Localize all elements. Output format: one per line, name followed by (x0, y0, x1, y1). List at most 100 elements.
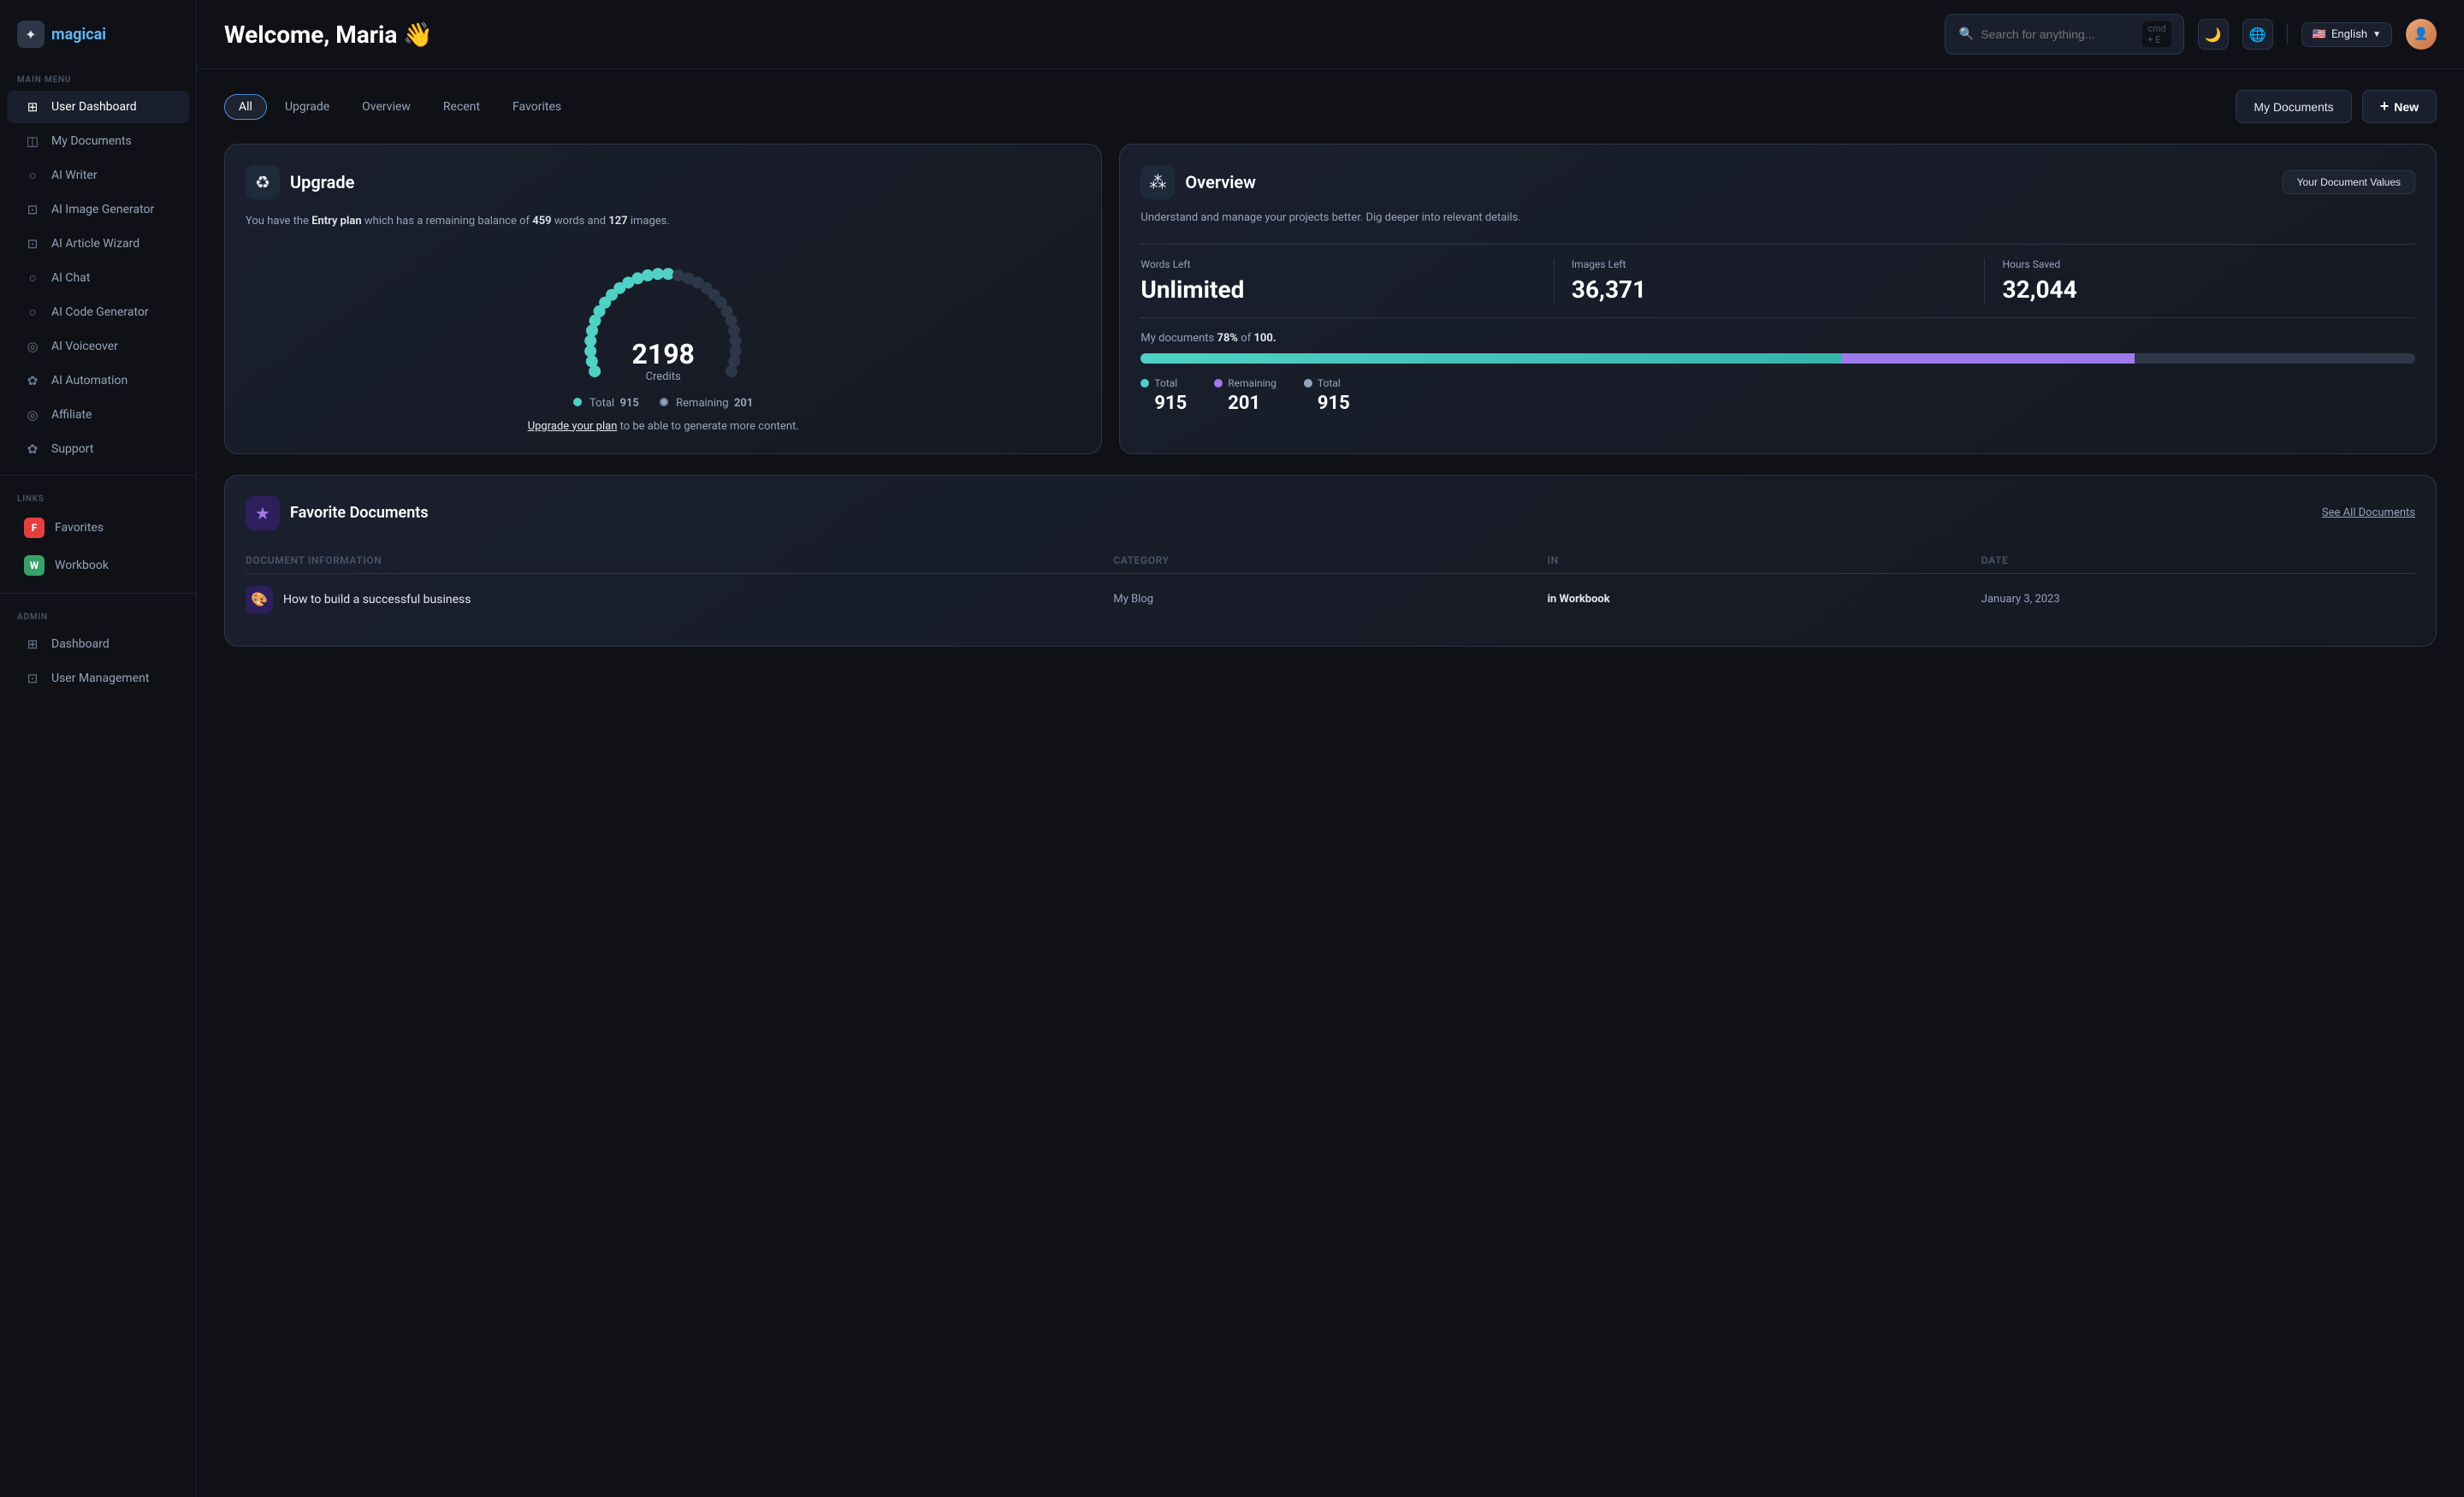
gauge-center: 2198 Credits (631, 338, 694, 383)
overview-header-left: ⁂ Overview (1140, 165, 1256, 199)
language-label: English (2331, 28, 2367, 41)
col-in: In (1548, 554, 1981, 566)
purple-dot (1214, 379, 1223, 388)
sidebar-item-label: AI Code Generator (51, 305, 149, 319)
filter-bar: All Upgrade Overview Recent Favorites My… (224, 90, 2437, 123)
col-document-info: Document Information (246, 554, 1113, 566)
overview-icon: ⁂ (1140, 165, 1175, 199)
see-all-documents-link[interactable]: See All Documents (2322, 506, 2415, 519)
upgrade-plan-link[interactable]: Upgrade your plan (528, 420, 618, 433)
legend-remaining: Remaining 201 (660, 397, 753, 410)
progress-bar-purple (1842, 353, 2135, 364)
sidebar-item-ai-automation[interactable]: ✿ AI Automation (7, 364, 189, 397)
my-documents-button[interactable]: My Documents (2236, 90, 2351, 123)
sidebar-item-label: Dashboard (51, 637, 110, 651)
sidebar-item-label: AI Voiceover (51, 340, 118, 353)
links-label: LINKS (0, 484, 196, 509)
sidebar-item-favorites[interactable]: F Favorites (7, 510, 189, 546)
filter-actions: My Documents + New (2236, 90, 2437, 123)
dark-mode-toggle[interactable]: 🌙 (2198, 19, 2229, 50)
tab-overview[interactable]: Overview (347, 94, 425, 120)
tab-all[interactable]: All (224, 94, 267, 120)
chevron-down-icon: ▼ (2372, 30, 2381, 39)
language-selector[interactable]: 🇺🇸 English ▼ (2301, 22, 2392, 47)
tab-upgrade[interactable]: Upgrade (270, 94, 344, 120)
ai-writer-icon: ○ (24, 167, 41, 184)
doc-info: 🎨 How to build a successful business (246, 586, 1113, 613)
stat-hours-saved: Hours Saved 32,044 (1985, 258, 2415, 304)
overview-title: Overview (1185, 172, 1256, 192)
sidebar-item-ai-voiceover[interactable]: ◎ AI Voiceover (7, 330, 189, 363)
upgrade-title: Upgrade (290, 172, 354, 192)
sidebar-item-ai-code-generator[interactable]: ○ AI Code Generator (7, 296, 189, 328)
sidebar-item-support[interactable]: ✿ Support (7, 433, 189, 465)
ai-automation-icon: ✿ (24, 372, 41, 389)
sidebar-item-label: AI Article Wizard (51, 237, 139, 251)
overview-header: ⁂ Overview Your Document Values (1140, 165, 2415, 199)
header-divider (2287, 24, 2288, 44)
sidebar-item-label: Favorites (55, 521, 104, 535)
doc-values-button[interactable]: Your Document Values (2283, 170, 2415, 194)
docs-progress-label: My documents 78% of 100. (1140, 332, 2415, 345)
col-date: Date (1981, 554, 2415, 566)
page-title: Welcome, Maria 👋 (224, 21, 433, 49)
favorite-docs-icon: ★ (246, 496, 280, 530)
progress-bar-track (1140, 353, 2415, 364)
logo-icon: ✦ (17, 21, 44, 48)
upgrade-link-text: Upgrade your plan to be able to generate… (246, 420, 1081, 433)
sidebar-item-ai-article-wizard[interactable]: ⊡ AI Article Wizard (7, 228, 189, 260)
sidebar-item-label: Workbook (55, 559, 109, 572)
stat-images-left: Images Left 36,371 (1555, 258, 1986, 304)
section-header: ★ Favorite Documents See All Documents (246, 496, 2415, 530)
dashboard-icon: ⊞ (24, 98, 41, 115)
sidebar-item-ai-writer[interactable]: ○ AI Writer (7, 159, 189, 192)
sidebar-item-admin-dashboard[interactable]: ⊞ Dashboard (7, 628, 189, 660)
favorite-docs-title: Favorite Documents (290, 504, 429, 522)
content-area: All Upgrade Overview Recent Favorites My… (197, 69, 2464, 684)
doc-name: How to build a successful business (283, 593, 471, 606)
sidebar-item-affiliate[interactable]: ◎ Affiliate (7, 399, 189, 431)
upgrade-card: ♻ Upgrade You have the Entry plan which … (224, 144, 1102, 454)
teal-dot (1140, 379, 1149, 388)
tab-favorites[interactable]: Favorites (498, 94, 576, 120)
workbook-badge: W (24, 555, 44, 576)
gauge-legend: Total 915 Remaining 201 (246, 397, 1081, 410)
sidebar-item-workbook[interactable]: W Workbook (7, 547, 189, 583)
sidebar-item-user-dashboard[interactable]: ⊞ User Dashboard (7, 91, 189, 123)
logo[interactable]: ✦ magicai (0, 14, 196, 65)
tab-recent[interactable]: Recent (429, 94, 495, 120)
sidebar-item-label: Affiliate (51, 408, 92, 422)
globe-icon-btn[interactable]: 🌐 (2242, 19, 2273, 50)
sidebar-item-ai-image-generator[interactable]: ⊡ AI Image Generator (7, 193, 189, 226)
col-category: Category (1113, 554, 1547, 566)
header-right: 🔍 cmd + E 🌙 🌐 🇺🇸 English ▼ 👤 (1945, 14, 2437, 55)
upgrade-icon: ♻ (246, 165, 280, 199)
avatar[interactable]: 👤 (2406, 19, 2437, 50)
sidebar: ✦ magicai MAIN MENU ⊞ User Dashboard ◫ M… (0, 0, 197, 1497)
user-management-icon: ⊡ (24, 670, 41, 687)
table-row[interactable]: 🎨 How to build a successful business My … (246, 574, 2415, 625)
sidebar-item-label: Support (51, 442, 93, 456)
legend-total: Total 915 (573, 397, 639, 410)
sidebar-item-ai-chat[interactable]: ○ AI Chat (7, 262, 189, 294)
ai-image-icon: ⊡ (24, 201, 41, 218)
main-content: Welcome, Maria 👋 🔍 cmd + E 🌙 🌐 🇺🇸 Englis… (197, 0, 2464, 1497)
total-dot (573, 398, 582, 406)
search-input[interactable] (1981, 27, 2135, 41)
progress-legend: Total 915 Remaining 201 (1140, 377, 2415, 414)
main-menu-label: MAIN MENU (0, 65, 196, 90)
documents-icon: ◫ (24, 133, 41, 150)
progress-bar-teal (1140, 353, 1841, 364)
header: Welcome, Maria 👋 🔍 cmd + E 🌙 🌐 🇺🇸 Englis… (197, 0, 2464, 69)
upgrade-desc: You have the Entry plan which has a rema… (246, 213, 1081, 230)
search-bar[interactable]: 🔍 cmd + E (1945, 14, 2184, 55)
support-icon: ✿ (24, 441, 41, 458)
search-shortcut: cmd + E (2142, 21, 2171, 47)
overview-card: ⁂ Overview Your Document Values Understa… (1119, 144, 2437, 454)
sidebar-item-my-documents[interactable]: ◫ My Documents (7, 125, 189, 157)
sidebar-item-user-management[interactable]: ⊡ User Management (7, 662, 189, 695)
new-button[interactable]: + New (2362, 90, 2437, 123)
gauge-container: 2198 Credits (246, 244, 1081, 383)
credits-label: Credits (631, 370, 694, 383)
sidebar-item-label: User Management (51, 672, 149, 685)
